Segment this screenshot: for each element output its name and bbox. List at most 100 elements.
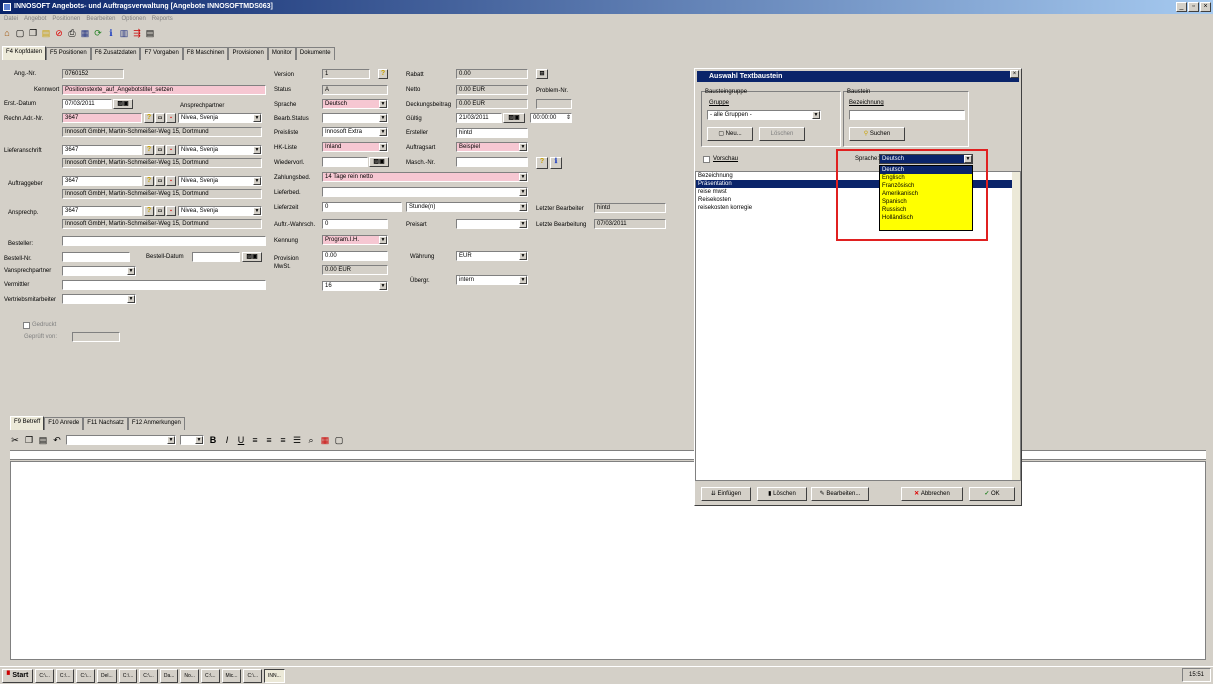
taskbar-item[interactable]: Del... (97, 668, 117, 683)
taskbar-item[interactable]: C:\... (200, 668, 220, 683)
list-icon[interactable]: ▥ (119, 28, 129, 38)
calendar-icon[interactable]: ▨▣ (503, 113, 525, 123)
zahlung-select[interactable]: 14 Tage rein netto ▼ (322, 172, 528, 182)
minimize-button[interactable]: _ (1176, 2, 1187, 12)
time-spinner-icon[interactable]: ⇕ (566, 114, 571, 121)
tab-provisionen[interactable]: Provisionen (228, 47, 268, 60)
taskbar-item[interactable]: C:\... (243, 668, 263, 683)
taskbar-item[interactable]: Da... (159, 668, 179, 683)
help-icon[interactable]: ? (144, 145, 154, 155)
taskbar-item[interactable]: C:\... (55, 668, 75, 683)
tab-monitor[interactable]: Monitor (267, 47, 296, 60)
waehrung-select[interactable]: EUR ▼ (456, 251, 528, 261)
menu-datei[interactable]: Datei (4, 14, 18, 25)
ansp-ap-select[interactable]: Nivea, Svenja ▼ (178, 206, 262, 216)
help-icon[interactable]: ? (144, 113, 154, 123)
preisart-select[interactable]: ▼ (456, 219, 528, 229)
contact-icon[interactable]: ▪ (166, 113, 176, 123)
version-field[interactable]: 1 (322, 69, 370, 79)
help-icon[interactable]: ? (536, 157, 548, 169)
angnr-field[interactable]: 0760152 (62, 69, 124, 79)
contact-icon[interactable]: ▪ (166, 206, 176, 216)
menu-optionen[interactable]: Optionen (121, 14, 145, 25)
contact-icon[interactable]: ▪ (166, 145, 176, 155)
close-icon[interactable]: × (1010, 70, 1019, 78)
export-icon[interactable]: ⇶ (132, 28, 142, 38)
tab-vorgaben[interactable]: F7 Vorgaben (140, 47, 183, 60)
vorschau-checkbox[interactable] (703, 156, 710, 163)
tab-anrede[interactable]: F10 Anrede (44, 417, 84, 430)
bullets-icon[interactable]: ☰ (292, 435, 302, 445)
kennwort-field[interactable]: Positionstexte_auf_Angebotstitel_setzen (62, 85, 266, 95)
help-icon[interactable]: ? (144, 176, 154, 186)
menu-bearbeiten[interactable]: Bearbeiten (86, 14, 115, 25)
bold-icon[interactable]: B (208, 435, 218, 445)
close-button[interactable]: × (1200, 2, 1211, 12)
taskbar-item[interactable]: No... (180, 668, 199, 683)
taskbar-item[interactable]: C:\... (118, 668, 138, 683)
underline-icon[interactable]: U (236, 435, 246, 445)
tab-anmerkungen[interactable]: F12 Anmerkungen (127, 417, 185, 430)
maschnr-field[interactable] (456, 157, 528, 167)
tab-zusatzdaten[interactable]: F6 Zusatzdaten (90, 47, 141, 60)
tab-maschinen[interactable]: F8 Maschinen (182, 47, 229, 60)
abbrechen-button[interactable]: ✕ Abbrechen (901, 487, 963, 501)
lief-field[interactable]: 3647 (62, 145, 142, 155)
bearbeiten-button[interactable]: ✎ Bearbeiten... (811, 487, 869, 501)
neu-button[interactable]: ▢ Neu... (707, 127, 753, 141)
preview-icon[interactable]: ▢ (334, 435, 344, 445)
vertrieb-select[interactable]: ▼ (62, 294, 136, 304)
restore-button[interactable]: ▫ (1188, 2, 1199, 12)
taskbar-item[interactable]: C:\... (35, 668, 54, 683)
auftrwahr-field[interactable]: 0 (322, 219, 388, 229)
contact-icon[interactable]: ▪ (166, 176, 176, 186)
align-right-icon[interactable]: ≡ (278, 435, 288, 445)
rechnadr-ap-select[interactable]: Nivea, Svenja ▼ (178, 113, 262, 123)
paste-icon[interactable]: ▤ (38, 435, 48, 445)
bearbstatus-select[interactable]: ▼ (322, 113, 388, 123)
gueltig-field[interactable]: 21/03/2011 (456, 113, 502, 123)
info-icon[interactable]: ℹ (550, 157, 562, 169)
copy-icon[interactable]: ❐ (28, 28, 38, 38)
open-icon[interactable]: ▤ (41, 28, 51, 38)
tab-nachsatz[interactable]: F11 Nachsatz (83, 417, 128, 430)
print-icon[interactable]: ⎙ (67, 28, 77, 38)
info-icon[interactable]: ℹ (106, 28, 116, 38)
gedruckt-checkbox[interactable] (23, 322, 30, 329)
start-button[interactable]: ▘Start (2, 668, 34, 683)
ersteller-field[interactable]: hintd (456, 128, 528, 138)
report-icon[interactable]: ▤ (145, 28, 155, 38)
save-icon[interactable]: ▦ (80, 28, 90, 38)
copy-icon[interactable]: ❐ (24, 435, 34, 445)
ansp-field[interactable]: 3647 (62, 206, 142, 216)
vertical-scrollbar[interactable] (1012, 172, 1020, 480)
lieferzeit-unit-select[interactable]: Stunde(n) ▼ (406, 202, 528, 212)
font-select[interactable]: ▼ (66, 435, 176, 445)
erstdatum-field[interactable]: 07/03/2011 (62, 99, 112, 109)
address-icon[interactable]: ▭ (155, 145, 165, 155)
menu-positionen[interactable]: Positionen (52, 14, 80, 25)
tab-kopfdaten[interactable]: F4 Kopfdaten (2, 46, 47, 60)
tab-positionen[interactable]: F5 Positionen (46, 47, 91, 60)
auftr-field[interactable]: 3647 (62, 176, 142, 186)
bestellnr-field[interactable] (62, 252, 130, 262)
ok-button[interactable]: ✓ OK (969, 487, 1015, 501)
italic-icon[interactable]: I (222, 435, 232, 445)
undo-icon[interactable]: ↶ (52, 435, 62, 445)
kennung-select[interactable]: Program.I.H. ▼ (322, 235, 388, 245)
taskbar-item[interactable]: C:\... (139, 668, 158, 683)
discount-icon[interactable]: ⊞ (536, 69, 548, 79)
lief-ap-select[interactable]: Nivea, Svenja ▼ (178, 145, 262, 155)
menu-angebot[interactable]: Angebot (24, 14, 46, 25)
hkliste-select[interactable]: Inland ▼ (322, 142, 388, 152)
loeschen-button[interactable]: ▮ Löschen (757, 487, 807, 501)
auftr-ap-select[interactable]: Nivea, Svenja ▼ (178, 176, 262, 186)
wiedervorl-field[interactable] (322, 157, 368, 167)
lieferbed-select[interactable]: ▼ (322, 187, 528, 197)
tab-dokumente[interactable]: Dokumente (295, 47, 335, 60)
uebergr-select[interactable]: intern ▼ (456, 275, 528, 285)
suchen-button[interactable]: ⚲ Suchen (849, 127, 905, 141)
address-icon[interactable]: ▭ (155, 206, 165, 216)
help-icon[interactable]: ? (378, 69, 388, 79)
einfuegen-button[interactable]: ⇊ Einfügen (701, 487, 751, 501)
